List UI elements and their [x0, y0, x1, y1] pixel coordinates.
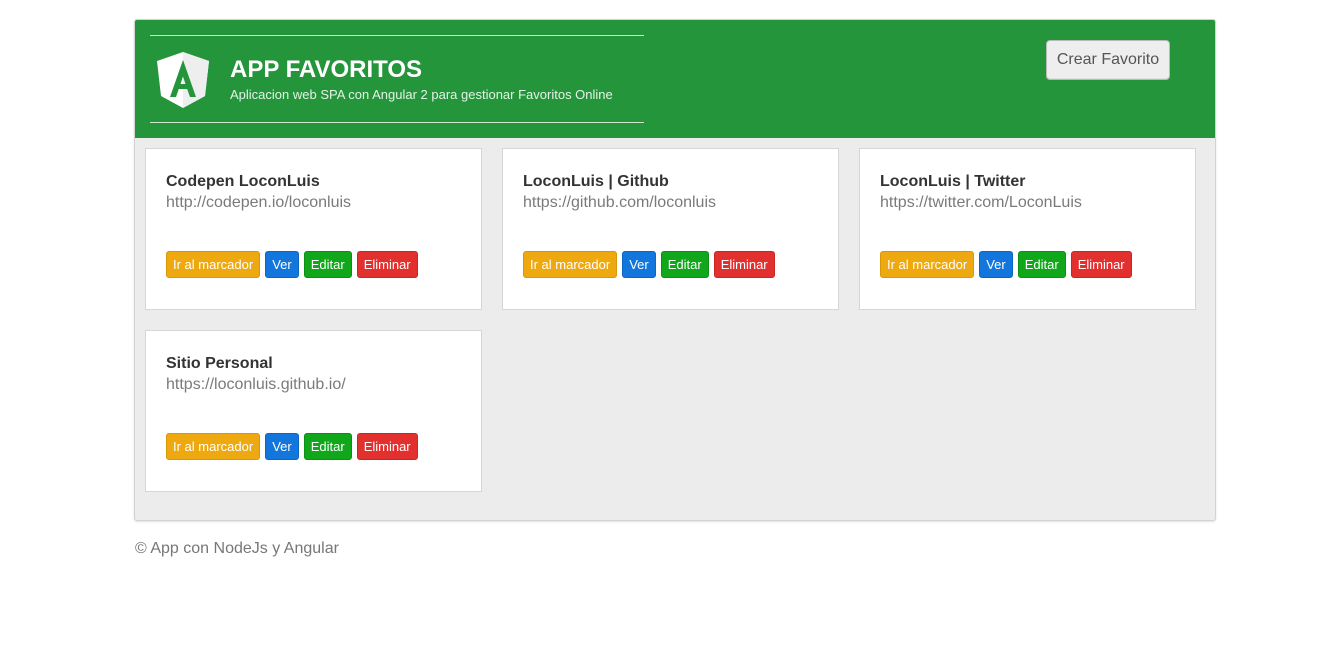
favorite-card: LoconLuis | Twitter https://twitter.com/…	[859, 148, 1196, 310]
card-url: https://loconluis.github.io/	[166, 376, 346, 393]
create-favorite-button[interactable]: Crear Favorito	[1046, 40, 1170, 80]
favorite-card: Codepen LoconLuis http://codepen.io/loco…	[145, 148, 482, 310]
edit-button[interactable]: Editar	[660, 251, 709, 278]
view-button[interactable]: Ver	[265, 433, 299, 460]
view-button[interactable]: Ver	[979, 251, 1013, 278]
card-actions: Ir al marcador Ver Editar Eliminar	[880, 251, 1132, 278]
view-button[interactable]: Ver	[622, 251, 656, 278]
go-to-bookmark-button[interactable]: Ir al marcador	[523, 251, 618, 278]
card-title: LoconLuis | Github	[523, 173, 669, 190]
go-to-bookmark-button[interactable]: Ir al marcador	[880, 251, 975, 278]
card-title: Sitio Personal	[166, 355, 273, 372]
card-title: LoconLuis | Twitter	[880, 173, 1026, 190]
page-subtitle: Aplicacion web SPA con Angular 2 para ge…	[230, 87, 613, 102]
card-url: https://github.com/loconluis	[523, 194, 716, 211]
footer-text: © App con NodeJs y Angular	[135, 540, 339, 557]
delete-button[interactable]: Eliminar	[356, 433, 418, 460]
card-url: http://codepen.io/loconluis	[166, 194, 352, 211]
card-actions: Ir al marcador Ver Editar Eliminar	[523, 251, 775, 278]
favorite-card: Sitio Personal https://loconluis.github.…	[145, 330, 482, 492]
go-to-bookmark-button[interactable]: Ir al marcador	[166, 433, 261, 460]
edit-button[interactable]: Editar	[1017, 251, 1066, 278]
delete-button[interactable]: Eliminar	[356, 251, 418, 278]
angular-logo-icon	[157, 52, 209, 108]
page-title: APP FAVORITOS	[230, 56, 423, 83]
brand-block: APP FAVORITOS Aplicacion web SPA con Ang…	[150, 35, 644, 123]
go-to-bookmark-button[interactable]: Ir al marcador	[166, 251, 261, 278]
edit-button[interactable]: Editar	[303, 433, 352, 460]
app-panel: APP FAVORITOS Aplicacion web SPA con Ang…	[134, 19, 1216, 521]
edit-button[interactable]: Editar	[303, 251, 352, 278]
delete-button[interactable]: Eliminar	[713, 251, 775, 278]
app-header: APP FAVORITOS Aplicacion web SPA con Ang…	[135, 20, 1215, 138]
card-url: https://twitter.com/LoconLuis	[880, 194, 1082, 211]
card-actions: Ir al marcador Ver Editar Eliminar	[166, 251, 418, 278]
favorite-card: LoconLuis | Github https://github.com/lo…	[502, 148, 839, 310]
card-title: Codepen LoconLuis	[166, 173, 320, 190]
card-actions: Ir al marcador Ver Editar Eliminar	[166, 433, 418, 460]
view-button[interactable]: Ver	[265, 251, 299, 278]
delete-button[interactable]: Eliminar	[1070, 251, 1132, 278]
